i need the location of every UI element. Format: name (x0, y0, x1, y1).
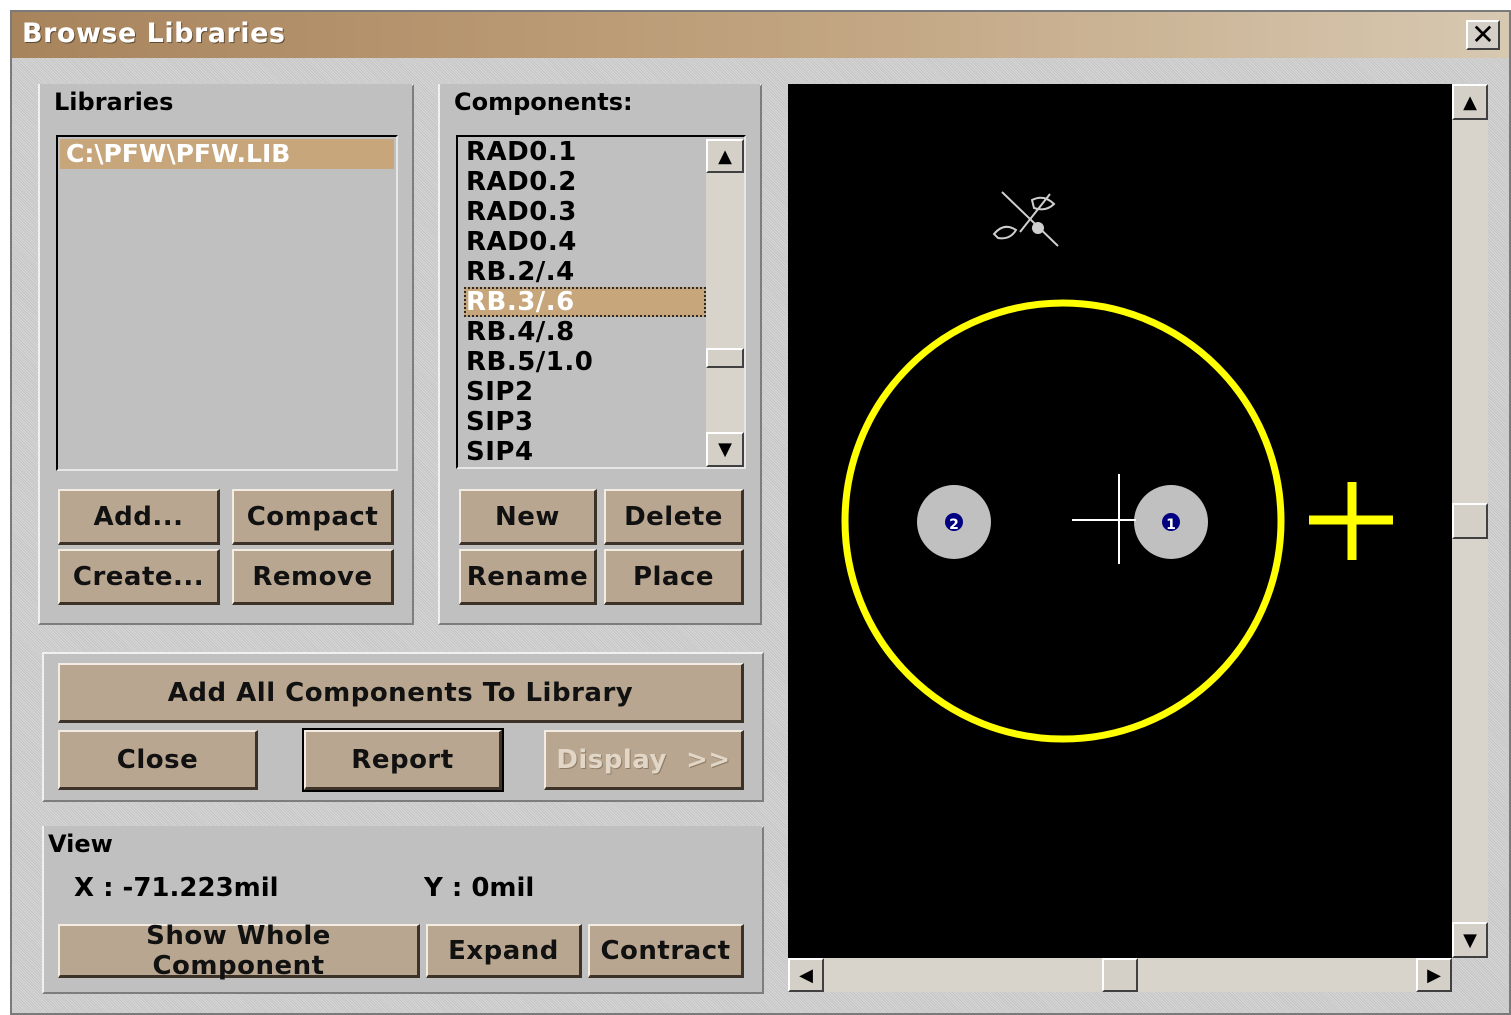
component-item-rb-5-1-0[interactable]: RB.5/1.0 (464, 347, 706, 377)
close-window-button[interactable]: ✕ (1466, 20, 1500, 50)
libraries-heading: Libraries (40, 84, 412, 118)
rename-component-button[interactable]: Rename (459, 549, 597, 605)
show-whole-component-label: Show Whole Component (146, 920, 331, 981)
delete-component-label: Delete (624, 501, 723, 532)
compact-label: Compact (246, 501, 379, 532)
close-icon: ✕ (1471, 18, 1495, 51)
report-label: Report (351, 744, 454, 775)
compact-button[interactable]: Compact (232, 489, 394, 545)
contract-label: Contract (600, 935, 731, 966)
preview-horizontal-scroll-thumb[interactable] (1102, 958, 1138, 992)
component-item-rb-3-6[interactable]: RB.3/.6 (464, 287, 706, 317)
component-item-rad0-1[interactable]: RAD0.1 (464, 137, 706, 167)
place-component-label: Place (632, 561, 715, 592)
component-item-sip3[interactable]: SIP3 (464, 407, 706, 437)
reference-cross-icon (1309, 482, 1393, 560)
component-item-rad0-4[interactable]: RAD0.4 (464, 227, 706, 257)
place-component-button[interactable]: Place (604, 549, 744, 605)
component-item-rad0-3[interactable]: RAD0.3 (464, 197, 706, 227)
display-button[interactable]: Display >> (544, 730, 744, 790)
libraries-list[interactable] (56, 135, 398, 471)
preview-scroll-down-button[interactable]: ▼ (1452, 922, 1488, 958)
preview-scroll-up-button[interactable]: ▲ (1452, 84, 1488, 120)
arrow-right-icon: ▶ (1427, 964, 1441, 986)
rename-component-label: Rename (466, 561, 589, 592)
x-coordinate-readout: X : -71.223mil (74, 873, 279, 903)
components-scroll-thumb[interactable] (706, 348, 744, 368)
arrow-down-icon: ▼ (1463, 929, 1477, 951)
cursor-crosshair-icon (1072, 474, 1136, 564)
create-library-label: Create... (72, 561, 205, 592)
origin-marker-icon (992, 191, 1059, 247)
report-button[interactable]: Report (302, 728, 504, 792)
preview-scroll-right-button[interactable]: ▶ (1416, 958, 1452, 992)
add-all-components-label: Add All Components To Library (167, 677, 634, 708)
component-item-rb-2-4[interactable]: RB.2/.4 (464, 257, 706, 287)
component-item-rb-4-8[interactable]: RB.4/.8 (464, 317, 706, 347)
components-scroll-track[interactable] (706, 139, 744, 467)
add-library-label: Add... (93, 501, 184, 532)
components-heading: Components: (440, 84, 760, 118)
y-coordinate-readout: Y : 0mil (424, 873, 535, 903)
view-heading: View (44, 826, 762, 860)
close-button[interactable]: Close (58, 730, 258, 790)
arrow-down-icon: ▼ (718, 439, 732, 460)
new-component-label: New (495, 501, 560, 532)
component-outline (841, 299, 1285, 743)
add-all-components-button[interactable]: Add All Components To Library (58, 663, 744, 723)
show-whole-component-button[interactable]: Show Whole Component (58, 920, 420, 981)
arrow-left-icon: ◀ (799, 964, 813, 986)
remove-library-button[interactable]: Remove (232, 549, 394, 605)
component-item-rad0-2[interactable]: RAD0.2 (464, 167, 706, 197)
component-item-sip4[interactable]: SIP4 (464, 437, 706, 467)
component-preview-canvas[interactable]: 2 1 (788, 84, 1452, 958)
preview-scroll-left-button[interactable]: ◀ (788, 958, 824, 992)
expand-label: Expand (448, 935, 559, 966)
display-label: Display >> (556, 744, 731, 775)
arrow-up-icon: ▲ (1463, 91, 1477, 113)
pad-2-label: 2 (949, 517, 959, 533)
footprint-preview-svg: 2 1 (841, 191, 1393, 743)
arrow-up-icon: ▲ (718, 145, 732, 167)
delete-component-button[interactable]: Delete (604, 489, 744, 545)
components-scroll-down-button[interactable]: ▼ (706, 432, 744, 467)
contract-button[interactable]: Contract (588, 924, 744, 978)
preview-vertical-scroll-thumb[interactable] (1452, 503, 1488, 539)
library-item[interactable]: C:\PFW\PFW.LIB (60, 139, 394, 169)
add-library-button[interactable]: Add... (58, 489, 220, 545)
pad-1-label: 1 (1166, 517, 1176, 533)
close-label: Close (116, 744, 199, 775)
window-title: Browse Libraries (22, 18, 286, 49)
component-item-sip2[interactable]: SIP2 (464, 377, 706, 407)
expand-button[interactable]: Expand (426, 924, 582, 978)
new-component-button[interactable]: New (459, 489, 597, 545)
components-scroll-up-button[interactable]: ▲ (706, 139, 744, 173)
remove-library-label: Remove (252, 561, 373, 592)
create-library-button[interactable]: Create... (58, 549, 220, 605)
